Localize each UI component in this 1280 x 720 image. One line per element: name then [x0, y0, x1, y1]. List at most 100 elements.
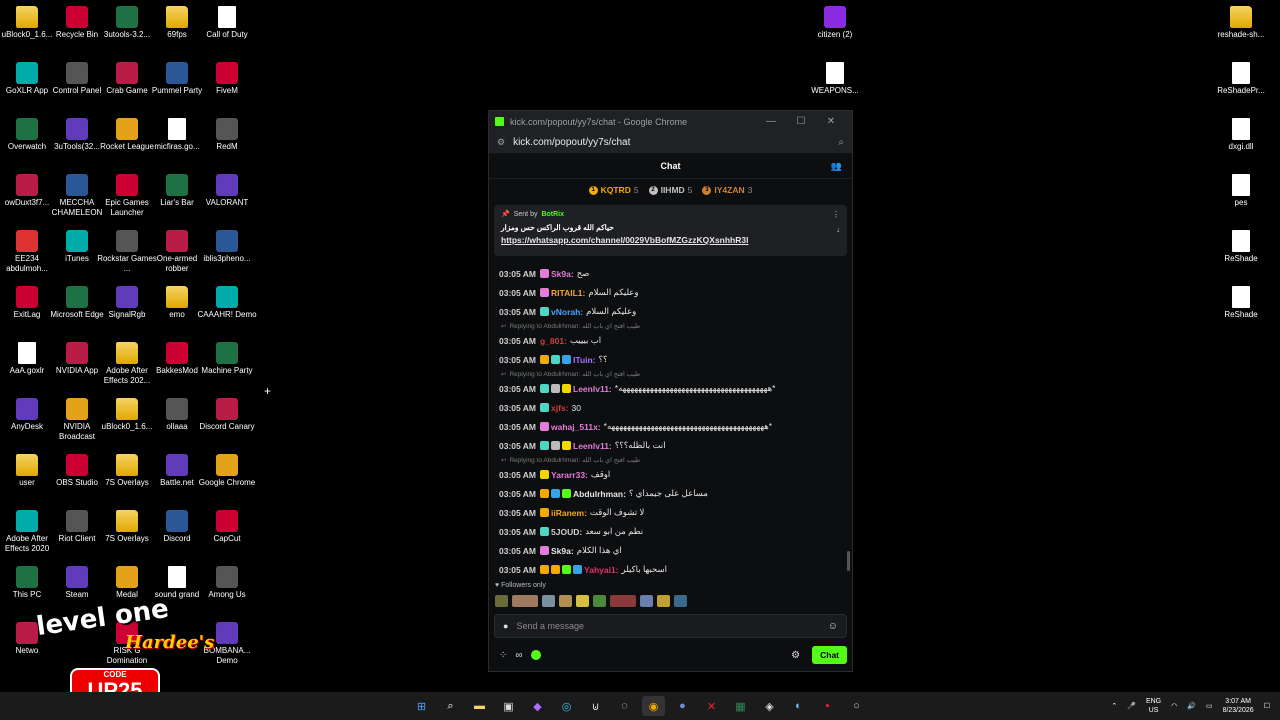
desktop-icon[interactable]: Rockstar Games ... [97, 230, 157, 274]
desktop-icon[interactable]: iTunes [50, 230, 104, 264]
desktop-icon[interactable]: owDuxt3f7... [0, 174, 54, 208]
chat-message[interactable]: 03:05 AM Yahyai1: اسحبها باكيلر [499, 560, 842, 579]
message-username[interactable]: Yahyai1: [584, 565, 619, 575]
desktop-icon[interactable]: OBS Studio [50, 454, 104, 488]
emote[interactable] [657, 595, 670, 607]
chat-message[interactable]: 03:05 AM iiRanem: لا تشوف الوقت [499, 503, 842, 522]
desktop-icon[interactable]: This PC [0, 566, 54, 600]
desktop-icon[interactable]: Discord [150, 510, 204, 544]
desktop-icon[interactable]: NVIDIA Broadcast [50, 398, 104, 442]
chat-message[interactable]: 03:05 AM Abdulrhman: مساعل على جيمداي ؟ [499, 484, 842, 503]
desktop-icon[interactable]: WEAPONS... [808, 62, 862, 96]
desktop-icon[interactable]: SignalRgb [100, 286, 154, 320]
desktop-icon[interactable]: ExitLag [0, 286, 54, 320]
desktop-icon[interactable]: GoXLR App [0, 62, 54, 96]
battery-icon[interactable]: ▭ [1206, 702, 1213, 710]
emote[interactable] [610, 595, 636, 607]
emote[interactable] [559, 595, 572, 607]
emoji-picker-icon[interactable]: ☺ [828, 621, 838, 632]
address-bar[interactable]: ⚙ kick.com/popout/yy7s/chat ⌕ [489, 132, 852, 154]
message-username[interactable]: xjfs: [551, 403, 568, 413]
desktop-icon[interactable]: Recycle Bin [50, 6, 104, 40]
chat-message[interactable]: 03:05 AM Leenlv11: انت بالظله؟؟؟ [499, 436, 842, 455]
message-username[interactable]: Yararr33: [551, 470, 588, 480]
chat-message[interactable]: 03:05 AM Leenlv11: *هههههههههههههههههههههه… [499, 379, 842, 398]
volume-icon[interactable]: 🔊 [1187, 702, 1196, 710]
maximize-button[interactable]: ☐ [786, 116, 816, 127]
store-icon[interactable]: ▣ [497, 696, 520, 716]
share-icon[interactable]: ⁘ [499, 650, 507, 661]
steam-icon[interactable]: ◐ [787, 696, 810, 716]
wifi-icon[interactable]: ◠ [1171, 702, 1177, 710]
clock[interactable]: 3:07 AM 8/23/2026 [1223, 697, 1254, 715]
message-username[interactable]: vNorah: [551, 307, 583, 317]
chat-message[interactable]: 03:05 AM Sk9a: اي هذا الكلام [499, 541, 842, 560]
desktop-icon[interactable]: Adobe After Effects 202... [100, 342, 154, 386]
desktop-icon[interactable]: Rocket League [100, 118, 154, 152]
notifications-icon[interactable]: ☐ [1264, 702, 1270, 710]
users-icon[interactable]: 👥 [831, 161, 842, 172]
reply-context[interactable]: ↩ Replying to Abdulrhman: طيب افتح اي باب… [499, 321, 842, 331]
pinned-sender-name[interactable]: BotRix [541, 211, 564, 218]
microphone-icon[interactable]: 🎤 [1127, 702, 1136, 710]
desktop-icon[interactable]: Overwatch [0, 118, 54, 152]
message-username[interactable]: Leenlv11: [573, 441, 612, 451]
chat-input[interactable]: ● Send a message ☺ [494, 614, 847, 638]
desktop-icon[interactable]: Crab Game [100, 62, 154, 96]
message-username[interactable]: wahaj_511x: [551, 422, 601, 432]
desktop-icon[interactable]: MECCHA CHAMELEON [50, 174, 104, 218]
desktop-icon[interactable]: Google Chrome [199, 454, 255, 488]
pinned-link[interactable]: https://whatsapp.com/channel/0029VbBofMZ… [501, 235, 840, 245]
emote[interactable] [674, 595, 687, 607]
chrome-icon[interactable]: ◉ [642, 696, 665, 716]
desktop-icon[interactable]: 69fps [150, 6, 204, 40]
kick-coin-icon[interactable] [530, 650, 541, 660]
site-info-icon[interactable]: ⚙ [497, 137, 505, 148]
desktop-icon[interactable]: Pummel Party [150, 62, 204, 96]
message-username[interactable]: Abdulrhman: [573, 489, 626, 499]
desktop-icon[interactable]: VALORANT [200, 174, 254, 208]
message-username[interactable]: RITAIL1: [551, 288, 585, 298]
desktop-icon[interactable]: Epic Games Launcher [100, 174, 154, 218]
desktop-icon[interactable]: ReShadePr... [1214, 62, 1268, 96]
desktop-icon[interactable]: ReShade [1214, 230, 1268, 264]
chat-message[interactable]: 03:05 AM 5JOUD: نطم من ابو سعد [499, 522, 842, 541]
desktop-icon[interactable]: CapCut [200, 510, 254, 544]
desktop-icon[interactable]: Medal [100, 566, 154, 600]
message-username[interactable]: Leenlv11: [573, 384, 612, 394]
settings-gear-icon[interactable]: ⚙ [791, 650, 800, 661]
desktop-icon[interactable]: Discord Canary [199, 398, 255, 432]
desktop-icon[interactable]: Battle.net [150, 454, 204, 488]
desktop-icon[interactable]: 3utools-3.2... [100, 6, 154, 40]
desktop-icon[interactable]: One-armed robber [150, 230, 204, 274]
edge-icon[interactable]: ◎ [555, 696, 578, 716]
chat-message[interactable]: 03:05 AM RITAIL1: وعليكم السلام [499, 283, 842, 302]
app-icon[interactable]: ▪ [816, 696, 839, 716]
chat-message[interactable]: 03:05 AM g_801: اب بيييب [499, 331, 842, 350]
desktop-icon[interactable]: CAAAHR! Demo [197, 286, 257, 320]
app-icon[interactable]: ○ [845, 696, 868, 716]
emote[interactable] [512, 595, 538, 607]
desktop-icon[interactable]: BakkesMod [150, 342, 204, 376]
copilot-icon[interactable]: ◆ [526, 696, 549, 716]
more-options-icon[interactable]: ⋮ [832, 210, 840, 219]
desktop-icon[interactable]: ollaaa [150, 398, 204, 432]
desktop-icon[interactable]: dxgi.dll [1214, 118, 1268, 152]
desktop-icon[interactable]: Call of Duty [200, 6, 254, 40]
search-icon[interactable]: ⌕ [838, 137, 844, 148]
tray-chevron-icon[interactable]: ⌃ [1111, 702, 1117, 710]
url-text[interactable]: kick.com/popout/yy7s/chat [513, 137, 838, 148]
desktop-icon[interactable]: NVIDIA App [50, 342, 104, 376]
desktop-icon[interactable]: uBlock0_1.6... [100, 398, 154, 432]
desktop-icon[interactable]: micfiras.go... [150, 118, 204, 152]
desktop-icon[interactable]: Machine Party [200, 342, 254, 376]
leaderboard-entry[interactable]: 3 IY4ZAN 3 [702, 185, 752, 195]
desktop-icon[interactable]: ReShade [1214, 286, 1268, 320]
message-username[interactable]: Sk9a: [551, 546, 574, 556]
chat-message[interactable]: 03:05 AM wahaj_511x: *هههههههههههههههههههه… [499, 417, 842, 436]
minimize-button[interactable]: — [756, 116, 786, 127]
chat-message[interactable]: 03:05 AM ITuin: ؟؟ [499, 350, 842, 369]
desktop-icon[interactable]: user [0, 454, 54, 488]
desktop-icon[interactable]: citizen (2) [808, 6, 862, 40]
desktop-icon[interactable]: emo [150, 286, 204, 320]
